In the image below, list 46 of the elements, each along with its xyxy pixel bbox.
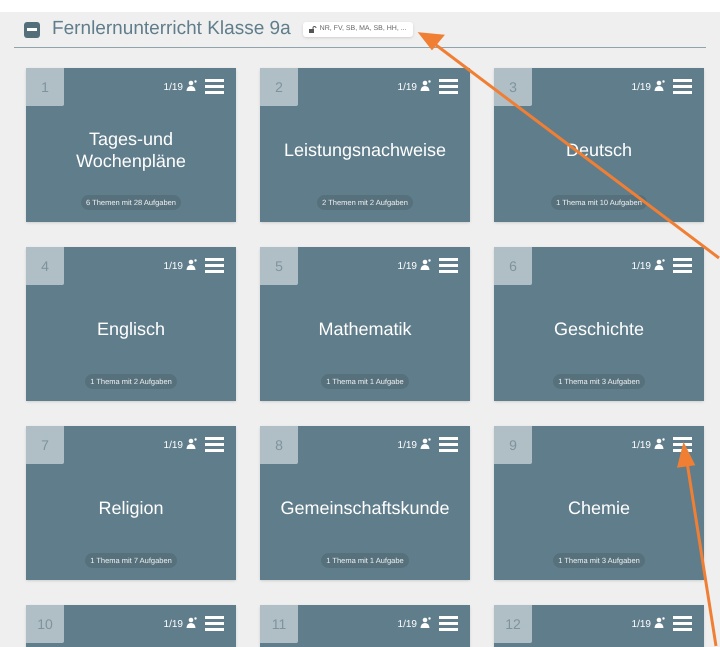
collapse-toggle[interactable] — [24, 22, 40, 38]
menu-icon[interactable] — [439, 258, 458, 273]
user-icon — [654, 438, 665, 449]
menu-icon[interactable] — [439, 616, 458, 631]
member-count: 1/19 — [164, 439, 183, 453]
member-count: 1/19 — [398, 81, 417, 95]
menu-icon[interactable] — [439, 79, 458, 94]
menu-icon[interactable] — [673, 616, 692, 631]
member-count: 1/19 — [164, 81, 183, 95]
user-icon — [186, 617, 197, 628]
unlock-icon — [308, 26, 317, 33]
card-title: Leistungsnachweise — [284, 139, 446, 162]
section-title: Fernlernunterricht Klasse 9a — [52, 17, 291, 42]
member-count: 1/19 — [164, 618, 183, 632]
menu-icon[interactable] — [439, 437, 458, 452]
member-count: 1/19 — [632, 439, 651, 453]
user-icon — [420, 438, 431, 449]
card-title: Chemie — [568, 497, 630, 520]
user-icon — [420, 80, 431, 91]
user-icon — [420, 259, 431, 270]
card-title: Mathematik — [318, 318, 412, 340]
menu-icon[interactable] — [205, 437, 224, 452]
member-count: 1/19 — [632, 260, 651, 274]
user-icon — [654, 80, 665, 91]
card-title: Gemeinschaftskunde — [280, 497, 450, 520]
card-title: Tages-und Wochenpläne — [75, 128, 187, 172]
member-count: 1/19 — [632, 81, 651, 95]
card-title: Geschichte — [554, 318, 644, 340]
card-title: Religion — [98, 497, 164, 520]
member-count: 1/19 — [164, 260, 183, 274]
menu-icon[interactable] — [205, 616, 224, 631]
user-icon — [186, 80, 197, 91]
user-icon — [186, 259, 197, 270]
user-icon — [186, 438, 197, 449]
user-icon — [654, 259, 665, 270]
member-count: 1/19 — [398, 439, 417, 453]
member-count: 1/19 — [398, 618, 417, 632]
member-count: 1/19 — [632, 618, 651, 632]
menu-icon[interactable] — [205, 258, 224, 273]
menu-icon[interactable] — [673, 258, 692, 273]
menu-icon[interactable] — [205, 79, 224, 94]
member-count: 1/19 — [398, 260, 417, 274]
user-icon — [420, 617, 431, 628]
menu-icon[interactable] — [673, 79, 692, 94]
user-icon — [654, 617, 665, 628]
card-title: Englisch — [96, 318, 166, 340]
